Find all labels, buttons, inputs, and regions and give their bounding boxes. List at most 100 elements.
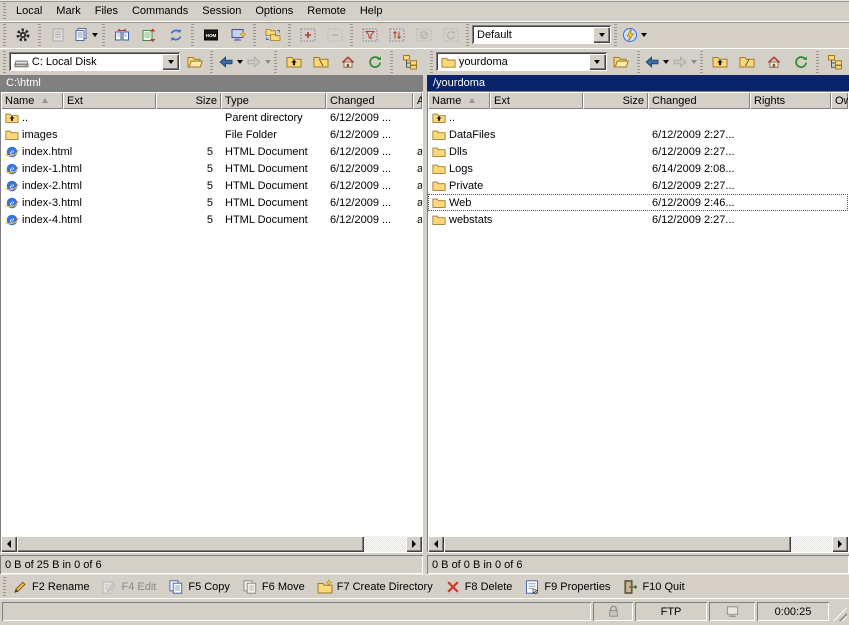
console-button[interactable]: HOM [197,24,224,46]
remote-location-combo-dropdown-button[interactable] [589,54,606,70]
compare-directories-button[interactable] [108,24,135,46]
toolbar-gripper[interactable] [288,24,291,46]
resize-grip-icon[interactable] [833,607,847,621]
chevron-down-icon[interactable] [237,60,243,64]
new-session-button[interactable] [224,24,251,46]
remote-file-row[interactable]: DataFiles6/12/2009 2:27... [428,126,848,143]
local-column-header-ext[interactable]: Ext [63,92,156,109]
remote-column-header-name[interactable]: Name [428,92,490,109]
local-refresh-button[interactable] [361,51,388,73]
function-bar-gripper[interactable] [3,577,6,596]
remote-horizontal-scrollbar[interactable] [428,536,848,552]
preferences-button[interactable] [9,24,36,46]
local-horizontal-scrollbar[interactable] [1,536,422,552]
local-column-header-name[interactable]: Name [1,92,63,109]
remote-scroll-right-button[interactable] [832,536,848,552]
filter-button[interactable] [356,24,383,46]
remote-column-header-owner[interactable]: Owner [831,92,848,109]
menu-help[interactable]: Help [353,1,390,21]
toolbar-gripper[interactable] [637,51,640,73]
remote-scroll-left-button[interactable] [428,536,444,552]
menu-remote[interactable]: Remote [300,1,353,21]
local-column-header-size[interactable]: Size [156,92,221,109]
sort-button[interactable] [383,24,410,46]
local-scroll-track[interactable] [364,536,406,552]
remote-open-directory-button[interactable] [608,51,635,73]
remote-file-row[interactable]: Dlls6/12/2009 2:27... [428,143,848,160]
remote-parent-directory-button[interactable] [706,51,733,73]
toolbar-gripper[interactable] [816,51,819,73]
local-column-header-changed[interactable]: Changed [326,92,413,109]
session-combo[interactable]: Default [472,25,612,45]
remote-scroll-track[interactable] [791,536,832,552]
swap-panels-button[interactable] [259,24,286,46]
local-file-row[interactable]: ..Parent directory6/12/2009 ... [1,109,422,126]
menu-files[interactable]: Files [88,1,125,21]
remote-refresh-button[interactable] [787,51,814,73]
remote-file-row[interactable]: .. [428,109,848,126]
move-button[interactable]: F6 Move [239,576,314,598]
menu-options[interactable]: Options [248,1,300,21]
remote-file-row[interactable]: Private6/12/2009 2:27... [428,177,848,194]
copy-button[interactable]: F5 Copy [165,576,239,598]
local-file-row[interactable]: eindex-3.html5HTML Document6/12/2009 ...… [1,194,422,211]
local-location-combo-dropdown-button[interactable] [162,54,179,70]
properties-button[interactable]: F9 Properties [521,576,619,598]
remote-scroll-thumb[interactable] [444,536,791,552]
chevron-down-icon[interactable] [691,60,697,64]
remote-location-combo[interactable]: yourdoma [436,52,608,72]
remote-column-header-changed[interactable]: Changed [648,92,750,109]
remote-root-directory-button[interactable]: / [733,51,760,73]
local-tree-button[interactable] [396,51,423,73]
toolbar-gripper[interactable] [350,24,353,46]
remote-file-row[interactable]: webstats6/12/2009 2:27... [428,211,848,228]
toolbar-gripper[interactable] [191,24,194,46]
menu-mark[interactable]: Mark [49,1,87,21]
toolbar-gripper[interactable] [274,51,277,73]
remote-column-header-ext[interactable]: Ext [490,92,583,109]
local-column-header-type[interactable]: Type [221,92,326,109]
remote-file-row[interactable]: Logs6/14/2009 2:08... [428,160,848,177]
local-location-combo[interactable]: C: Local Disk [9,52,182,72]
transfer-settings-button[interactable] [620,24,649,46]
local-file-row[interactable]: eindex-1.html5HTML Document6/12/2009 ...… [1,160,422,177]
menu-session[interactable]: Session [195,1,248,21]
abort-button[interactable] [410,24,437,46]
toolbar-gripper[interactable] [38,24,41,46]
menu-local[interactable]: Local [9,1,49,21]
local-open-directory-button[interactable] [181,51,208,73]
select-files-button[interactable] [294,24,321,46]
reload-button[interactable] [437,24,464,46]
toolbar-gripper[interactable] [3,24,6,46]
local-home-directory-button[interactable] [334,51,361,73]
unselect-files-button[interactable] [321,24,348,46]
local-scroll-thumb[interactable] [17,536,364,552]
local-root-directory-button[interactable]: \ [307,51,334,73]
menu-commands[interactable]: Commands [125,1,195,21]
chevron-down-icon[interactable] [265,60,271,64]
session-combo-dropdown-button[interactable] [593,27,610,43]
local-back-button[interactable] [216,51,244,73]
menubar-gripper[interactable] [3,3,6,19]
local-file-row[interactable]: eindex-4.html5HTML Document6/12/2009 ...… [1,211,422,228]
remote-column-header-rights[interactable]: Rights [750,92,831,109]
create-directory-button[interactable]: F7 Create Directory [314,576,442,598]
local-file-row[interactable]: imagesFile Folder6/12/2009 ... [1,126,422,143]
toolbar-gripper[interactable] [430,51,433,73]
local-file-row[interactable]: eindex-2.html5HTML Document6/12/2009 ...… [1,177,422,194]
chevron-down-icon[interactable] [92,33,98,37]
toolbar-gripper[interactable] [253,24,256,46]
local-scroll-right-button[interactable] [406,536,422,552]
toolbar-gripper[interactable] [390,51,393,73]
synchronize-browsing-button[interactable] [162,24,189,46]
toolbar-gripper[interactable] [3,51,6,73]
session-log-button[interactable] [44,24,71,46]
local-scroll-left-button[interactable] [1,536,17,552]
queue-button[interactable] [71,24,100,46]
local-file-row[interactable]: eindex.html5HTML Document6/12/2009 ...a [1,143,422,160]
toolbar-gripper[interactable] [614,24,617,46]
remote-column-header-size[interactable]: Size [583,92,648,109]
toolbar-gripper[interactable] [466,24,469,46]
remote-forward-button[interactable] [670,51,698,73]
toolbar-gripper[interactable] [210,51,213,73]
